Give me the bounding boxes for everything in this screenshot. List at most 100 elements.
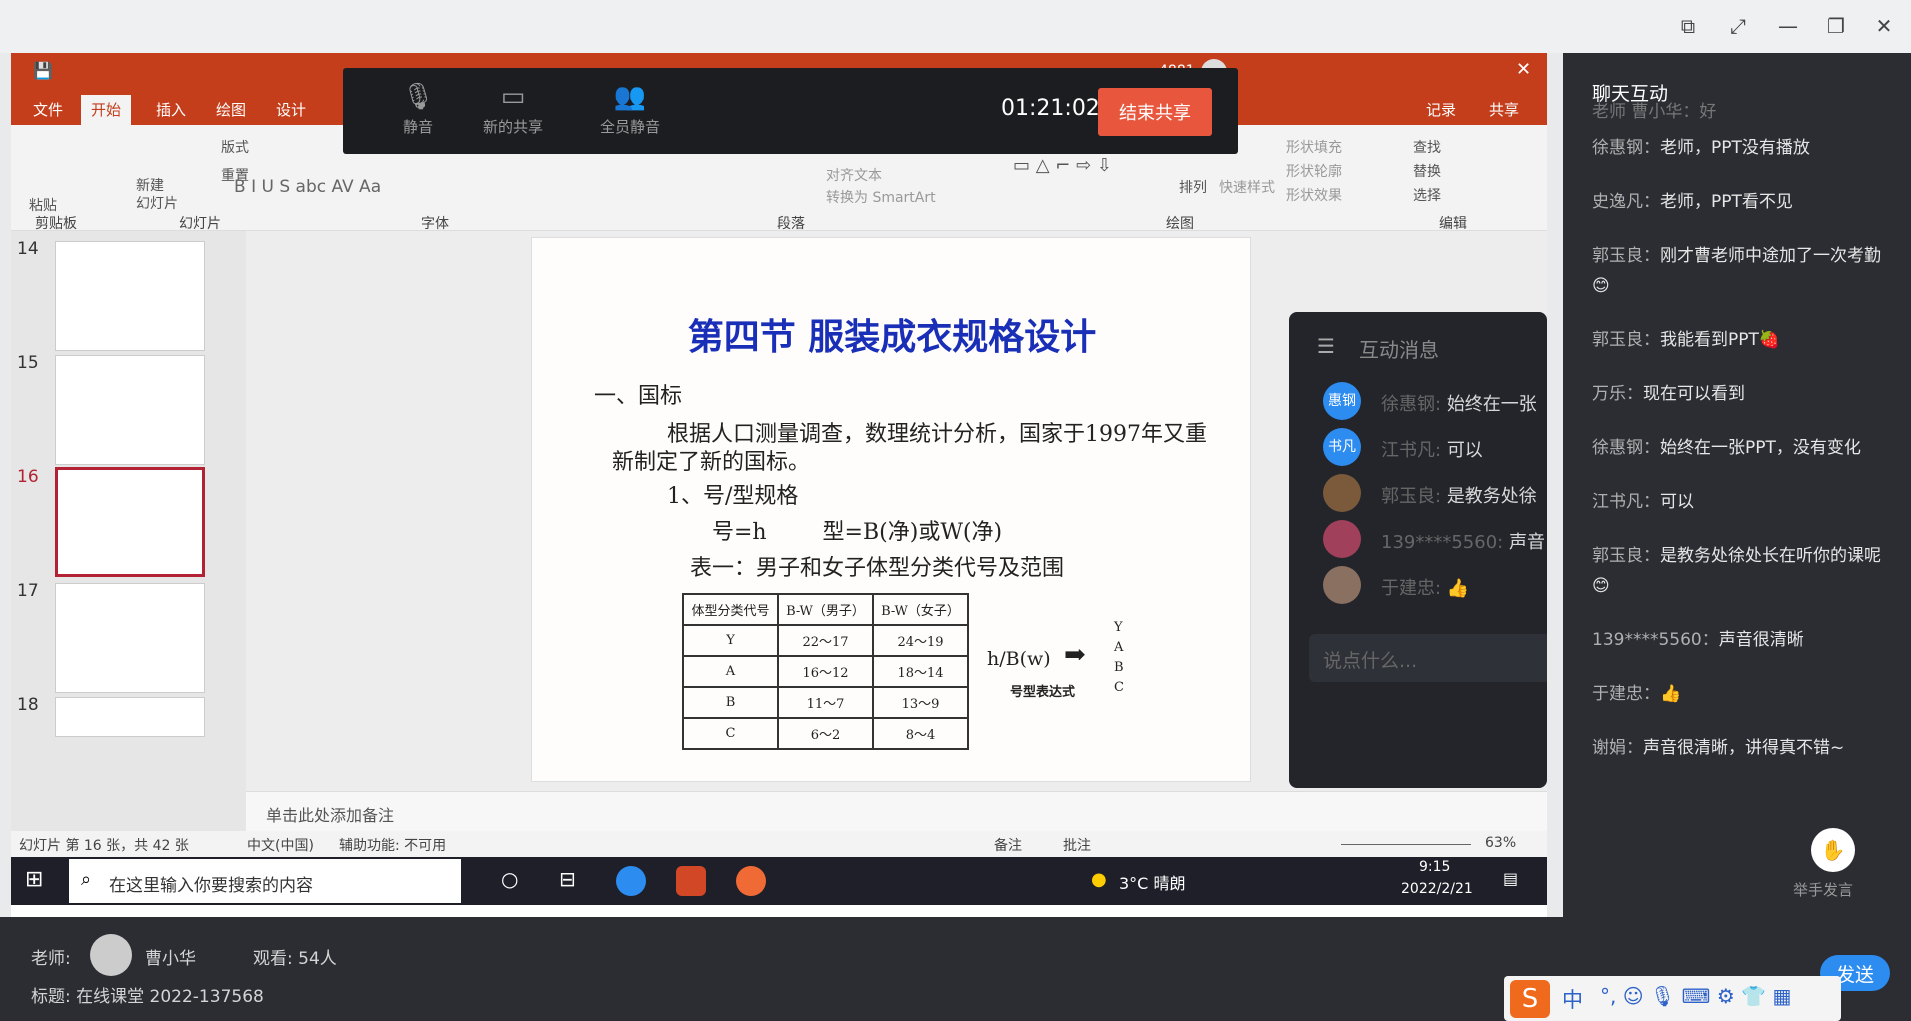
message-text: 声音	[1508, 532, 1545, 553]
chat-sender: 谢娟：	[1592, 738, 1643, 758]
cortana-icon[interactable]: ○	[501, 867, 518, 891]
slide-thumbnail[interactable]	[55, 241, 205, 351]
slide-title: 第四节 服装成衣规格设计	[687, 316, 1097, 358]
sogou-icon[interactable]: S	[1510, 980, 1550, 1018]
mute-button[interactable]: 🎙 静音	[373, 82, 463, 137]
weather-text[interactable]: 3°C 晴朗	[1119, 870, 1185, 894]
chat-sender: 万乐：	[1592, 384, 1643, 404]
chat-sender: 郭玉良：	[1592, 330, 1660, 350]
taskbar-search[interactable]: ⌕ 在这里输入你要搜索的内容	[69, 859, 461, 903]
notes-pane[interactable]: 单击此处添加备注	[246, 791, 1547, 831]
shape-fill-button[interactable]: 形状填充	[1286, 137, 1342, 157]
group-clipboard: 剪贴板	[35, 216, 77, 232]
menu-file[interactable]: 文件	[33, 99, 63, 120]
quick-style-button[interactable]: 快速样式	[1219, 177, 1275, 197]
formula-label: h/B(w)	[987, 648, 1051, 670]
chat-message: 谢娟：声音很清晰，讲得真不错~	[1592, 733, 1897, 763]
comments-toggle[interactable]: 批注	[1063, 835, 1091, 855]
interaction-input[interactable]: 说点什么...	[1309, 634, 1547, 682]
raise-hand-icon[interactable]: ✋	[1811, 828, 1855, 872]
windows-taskbar: ⊞ ⌕ 在这里输入你要搜索的内容 ○ ⊟ ● 3°C 晴朗 9:15 2022/…	[11, 857, 1547, 905]
new-share-button[interactable]: ▭ 新的共享	[468, 82, 558, 137]
notes-toggle[interactable]: 备注	[994, 835, 1022, 855]
expand-icon[interactable]: ⤢	[1726, 14, 1750, 38]
slide-thumbnail[interactable]	[55, 583, 205, 693]
group-slides: 幻灯片	[179, 216, 221, 232]
chat-message: 史逸凡：老师，PPT看不见	[1592, 187, 1897, 217]
arrange-button[interactable]: 排列	[1179, 177, 1207, 197]
menu-home[interactable]: 开始	[81, 95, 132, 125]
restore-icon[interactable]: ⧉	[1676, 14, 1700, 38]
zoom-slider[interactable]	[1341, 844, 1471, 845]
message-text: 是教务处徐	[1446, 486, 1537, 507]
shapes-gallery[interactable]: ▭ △ ⌐ ⇨ ⇩	[1013, 155, 1112, 176]
group-paragraph: 段落	[777, 216, 805, 232]
mute-all-label: 全员静音	[599, 118, 660, 136]
save-icon[interactable]: 💾	[33, 61, 53, 80]
type-letter: C	[1114, 680, 1124, 695]
clock-time[interactable]: 9:15	[1419, 859, 1450, 875]
ppt-close-icon[interactable]: ✕	[1516, 59, 1531, 80]
avatar	[1323, 566, 1361, 604]
type-letter: B	[1114, 660, 1124, 675]
ime-tools-icon[interactable]: °, ☺ 🎙 ⌨ ⚙ 👕 ▦	[1600, 984, 1791, 1008]
chat-sender: 江书凡：	[1592, 492, 1660, 512]
windows-start-icon[interactable]: ⊞	[25, 867, 43, 892]
menu-record[interactable]: 记录	[1426, 99, 1456, 120]
viewer-count: 观看: 54人	[253, 949, 337, 969]
slide-thumbnail[interactable]	[55, 355, 205, 465]
align-text-button[interactable]: 对齐文本	[826, 165, 882, 185]
shape-outline-button[interactable]: 形状轮廓	[1286, 161, 1342, 181]
menu-design[interactable]: 设计	[276, 99, 306, 120]
microphone-icon: 🎙	[401, 82, 435, 112]
shape-effect-button[interactable]: 形状效果	[1286, 185, 1342, 205]
clock-date[interactable]: 2022/2/21	[1401, 881, 1473, 897]
language-status[interactable]: 中文(中国)	[247, 835, 314, 855]
list-item: 于建忠: 👍	[1323, 566, 1547, 606]
menu-draw[interactable]: 绘图	[216, 99, 246, 120]
class-title: 标题: 在线课堂 2022-137568	[31, 987, 264, 1007]
maximize-icon[interactable]: ❐	[1824, 14, 1848, 38]
accessibility-status[interactable]: 辅助功能: 不可用	[339, 835, 446, 855]
list-item: 惠钢 徐惠钢: 始终在一张	[1323, 382, 1547, 422]
chat-message: 郭玉良：我能看到PPT🍓	[1592, 325, 1897, 355]
layout-button[interactable]: 版式	[221, 137, 249, 157]
mute-all-button[interactable]: 👥 全员静音	[585, 82, 675, 137]
share-toolbar: 🎙 静音 ▭ 新的共享 👥 全员静音 01:21:02 结束共享	[343, 68, 1238, 154]
close-icon[interactable]: ✕	[1872, 14, 1896, 38]
slide-thumbnail-selected[interactable]	[55, 467, 205, 577]
find-button[interactable]: 查找	[1413, 137, 1441, 157]
table-cell: B-W（男子）	[777, 593, 874, 626]
chat-message: 郭玉良：是教务处徐处长在听你的课呢😊	[1592, 541, 1897, 601]
table-cell: 8～4	[872, 717, 969, 750]
minimize-icon[interactable]: —	[1776, 14, 1800, 38]
select-button[interactable]: 选择	[1413, 185, 1441, 205]
smartart-button[interactable]: 转换为 SmartArt	[826, 187, 936, 207]
slide-thumbnail[interactable]	[55, 697, 205, 737]
thumb-number: 18	[17, 695, 39, 715]
status-bar: 幻灯片 第 16 张，共 42 张 中文(中国) 辅助功能: 不可用 备注 批注…	[11, 831, 1547, 857]
paste-button[interactable]: 粘贴	[29, 195, 57, 215]
menu-icon[interactable]: ☰	[1317, 334, 1335, 358]
powerpoint-icon[interactable]	[676, 866, 706, 896]
menu-insert[interactable]: 插入	[156, 99, 186, 120]
zoom-level[interactable]: 63%	[1485, 835, 1516, 851]
table-cell: Y	[682, 624, 779, 657]
thumb-number: 15	[17, 353, 39, 373]
chat-text: 声音很清晰，讲得真不错~	[1643, 738, 1845, 758]
chat-sender: 郭玉良：	[1592, 246, 1660, 266]
chat-sender: 史逸凡：	[1592, 192, 1660, 212]
task-view-icon[interactable]: ⊟	[559, 867, 576, 891]
chat-sender: 徐惠钢：	[1592, 138, 1660, 158]
new-slide-button[interactable]: 新建 幻灯片	[136, 177, 178, 213]
menu-share[interactable]: 共享	[1489, 99, 1519, 120]
chat-text: 我能看到PPT🍓	[1660, 330, 1781, 350]
end-share-button[interactable]: 结束共享	[1098, 88, 1212, 136]
notification-icon[interactable]: ▤	[1503, 869, 1518, 888]
app-icon[interactable]	[736, 866, 766, 896]
ime-mode[interactable]: 中	[1562, 984, 1583, 1014]
slide-thumbnails: 14 15 16 17 18	[11, 231, 246, 831]
app-icon[interactable]	[616, 866, 646, 896]
table-cell: 22～17	[777, 624, 874, 657]
replace-button[interactable]: 替换	[1413, 161, 1441, 181]
